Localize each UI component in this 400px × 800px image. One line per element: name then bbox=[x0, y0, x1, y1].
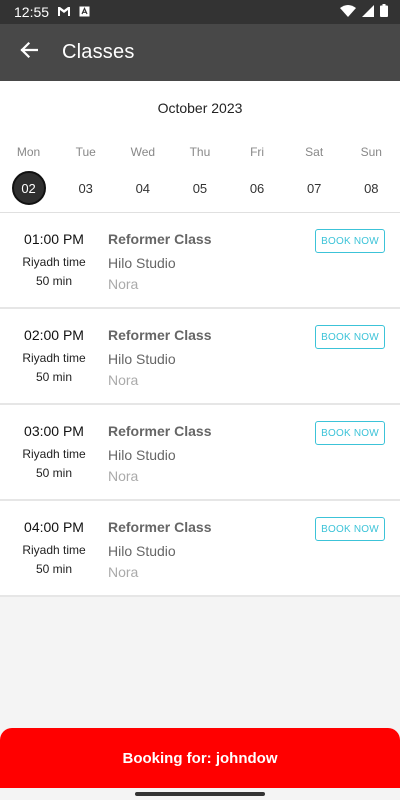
day-column: Fri 06 bbox=[229, 145, 286, 205]
class-info: Reformer Class Hilo Studio Nora bbox=[108, 423, 212, 484]
day-column: Wed 04 bbox=[114, 145, 171, 205]
class-row: 03:00 PM Riyadh time 50 min Reformer Class H… bbox=[0, 405, 400, 501]
system-nav-bar bbox=[0, 788, 400, 800]
day-column: Sat 07 bbox=[286, 145, 343, 205]
class-name: Reformer Class bbox=[108, 327, 212, 343]
booking-for-label: Booking for: johndow bbox=[122, 749, 278, 767]
book-now-button[interactable]: BOOK NOW bbox=[315, 421, 385, 445]
status-bar: 12:55 bbox=[0, 0, 400, 24]
class-duration: 50 min bbox=[35, 466, 73, 480]
class-name: Reformer Class bbox=[108, 423, 212, 439]
day-name: Mon bbox=[16, 145, 41, 159]
class-studio: Hilo Studio bbox=[108, 351, 176, 367]
battery-icon bbox=[380, 4, 388, 20]
class-studio: Hilo Studio bbox=[108, 255, 176, 271]
class-row: 02:00 PM Riyadh time 50 min Reformer Class H… bbox=[0, 309, 400, 405]
day-name: Sun bbox=[360, 145, 382, 159]
back-button[interactable] bbox=[16, 40, 42, 66]
class-time-block: 01:00 PM Riyadh time 50 min bbox=[0, 231, 108, 288]
gmail-icon bbox=[57, 4, 71, 20]
class-time-block: 03:00 PM Riyadh time 50 min bbox=[0, 423, 108, 480]
day-number-button[interactable]: 07 bbox=[297, 171, 331, 205]
class-instructor: Nora bbox=[108, 276, 139, 292]
class-list: 01:00 PM Riyadh time 50 min Reformer Class H… bbox=[0, 213, 400, 597]
page-title: Classes bbox=[62, 41, 135, 63]
day-number-button[interactable]: 06 bbox=[240, 171, 274, 205]
home-indicator[interactable] bbox=[135, 792, 265, 796]
wifi-icon bbox=[340, 4, 356, 20]
class-studio: Hilo Studio bbox=[108, 447, 176, 463]
day-column: Tue 03 bbox=[57, 145, 114, 205]
day-name: Fri bbox=[250, 145, 265, 159]
book-now-button[interactable]: BOOK NOW bbox=[315, 517, 385, 541]
booking-for-button[interactable]: Booking for: johndow bbox=[0, 728, 400, 788]
day-number-button[interactable]: 05 bbox=[183, 171, 217, 205]
day-number-button[interactable]: 08 bbox=[354, 171, 388, 205]
class-timezone: Riyadh time bbox=[22, 255, 86, 269]
month-label: October 2023 bbox=[157, 100, 243, 116]
class-duration: 50 min bbox=[35, 562, 73, 576]
week-calendar: October 2023 Mon 02 Tue 03 Wed 04 Thu 05 Fri 06 Sa… bbox=[0, 81, 400, 213]
class-row: 01:00 PM Riyadh time 50 min Reformer Class H… bbox=[0, 213, 400, 309]
class-info: Reformer Class Hilo Studio Nora bbox=[108, 519, 212, 580]
day-number-button[interactable]: 04 bbox=[126, 171, 160, 205]
class-timezone: Riyadh time bbox=[22, 447, 86, 461]
class-timezone: Riyadh time bbox=[22, 543, 86, 557]
day-number-button[interactable]: 03 bbox=[69, 171, 103, 205]
class-name: Reformer Class bbox=[108, 231, 212, 247]
day-column: Thu 05 bbox=[171, 145, 228, 205]
day-number-button[interactable]: 02 bbox=[11, 171, 46, 205]
class-time: 03:00 PM bbox=[24, 423, 84, 439]
class-duration: 50 min bbox=[35, 370, 73, 384]
class-info: Reformer Class Hilo Studio Nora bbox=[108, 231, 212, 292]
class-studio: Hilo Studio bbox=[108, 543, 176, 559]
class-duration: 50 min bbox=[35, 274, 73, 288]
class-row: 04:00 PM Riyadh time 50 min Reformer Class H… bbox=[0, 501, 400, 597]
class-instructor: Nora bbox=[108, 468, 139, 484]
class-time: 02:00 PM bbox=[24, 327, 84, 343]
class-time: 01:00 PM bbox=[24, 231, 84, 247]
book-now-button[interactable]: BOOK NOW bbox=[315, 325, 385, 349]
day-name: Sat bbox=[305, 145, 324, 159]
book-now-button[interactable]: BOOK NOW bbox=[315, 229, 385, 253]
day-column: Sun 08 bbox=[343, 145, 400, 205]
class-time-block: 04:00 PM Riyadh time 50 min bbox=[0, 519, 108, 576]
arrow-left-icon bbox=[20, 41, 39, 64]
class-info: Reformer Class Hilo Studio Nora bbox=[108, 327, 212, 388]
day-name: Thu bbox=[189, 145, 211, 159]
day-name: Wed bbox=[130, 145, 156, 159]
app-bar: Classes bbox=[0, 24, 400, 81]
status-time: 12:55 bbox=[14, 4, 50, 20]
class-name: Reformer Class bbox=[108, 519, 212, 535]
day-column: Mon 02 bbox=[0, 145, 57, 205]
class-time-block: 02:00 PM Riyadh time 50 min bbox=[0, 327, 108, 384]
class-time: 04:00 PM bbox=[24, 519, 84, 535]
class-instructor: Nora bbox=[108, 564, 139, 580]
class-instructor: Nora bbox=[108, 372, 139, 388]
notification-icon bbox=[79, 4, 90, 20]
day-name: Tue bbox=[75, 145, 96, 159]
class-timezone: Riyadh time bbox=[22, 351, 86, 365]
signal-icon bbox=[362, 4, 374, 20]
days-row: Mon 02 Tue 03 Wed 04 Thu 05 Fri 06 Sat 07 Sun 08 bbox=[0, 145, 400, 205]
